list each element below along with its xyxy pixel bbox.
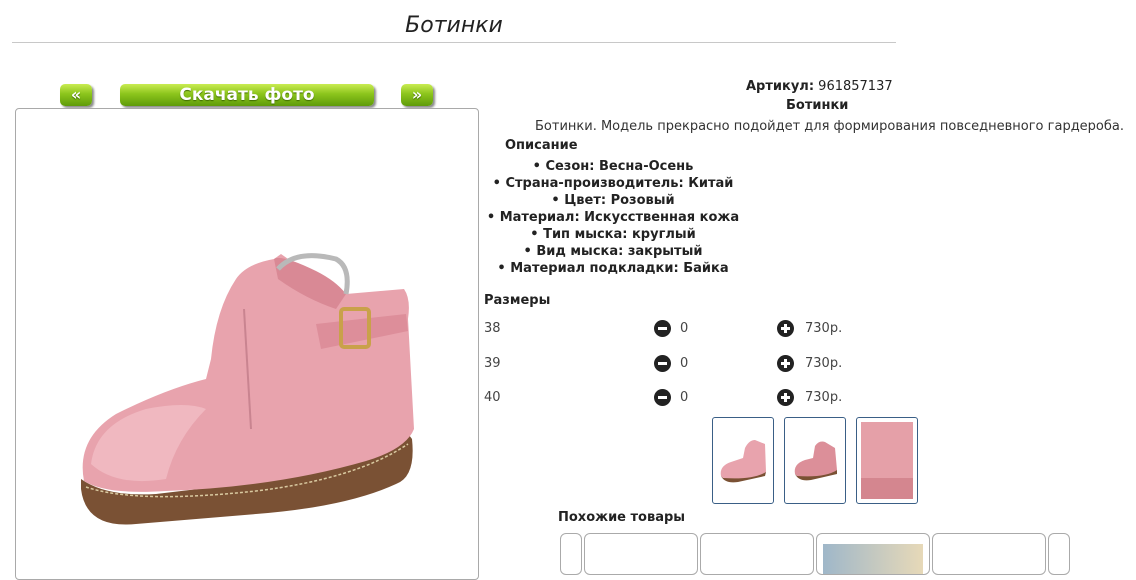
quantity-value: 0 <box>680 356 689 371</box>
quantity-value: 0 <box>680 390 689 405</box>
plus-circle-icon[interactable] <box>777 355 794 372</box>
article-value: 961857137 <box>818 79 893 94</box>
size-value: 39 <box>484 356 501 371</box>
description-heading: Описание <box>505 138 578 153</box>
minus-circle-icon[interactable] <box>654 389 671 406</box>
feature-item: Вид мыска: закрытый <box>480 243 746 260</box>
price-value: 730р. <box>805 356 843 371</box>
page-title: Ботинки <box>12 10 896 43</box>
boot-thumbnail-image <box>794 441 837 481</box>
thumbnail-angle-view[interactable] <box>784 417 846 504</box>
similar-product-card[interactable] <box>560 533 582 575</box>
similar-product-card[interactable] <box>816 533 930 575</box>
feature-item: Материал: Искусственная кожа <box>480 209 746 226</box>
sizes-heading: Размеры <box>484 293 551 308</box>
article-label: Артикул: <box>746 79 815 94</box>
price-value: 730р. <box>805 390 843 405</box>
download-photo-button[interactable]: Скачать фото <box>120 84 374 106</box>
feature-item: Цвет: Розовый <box>480 192 746 209</box>
price-value: 730р. <box>805 321 843 336</box>
main-product-photo[interactable] <box>15 108 479 580</box>
feature-item: Тип мыска: круглый <box>480 226 746 243</box>
quantity-value: 0 <box>680 321 689 336</box>
boot-image <box>81 253 415 525</box>
size-value: 38 <box>484 321 501 336</box>
article-number: Артикул: 961857137 <box>746 79 893 94</box>
size-value: 40 <box>484 390 501 405</box>
boot-thumbnail-image <box>720 440 766 483</box>
next-photo-button[interactable]: » <box>401 84 433 106</box>
feature-item: Страна-производитель: Китай <box>480 175 746 192</box>
similar-product-card[interactable] <box>932 533 1046 575</box>
feature-item: Материал подкладки: Байка <box>480 260 746 277</box>
similar-product-image <box>823 544 923 574</box>
minus-circle-icon[interactable] <box>654 320 671 337</box>
boot-thumbnail-image <box>861 422 913 499</box>
feature-item: Сезон: Весна-Осень <box>480 158 746 175</box>
similar-product-card[interactable] <box>1048 533 1070 575</box>
product-name: Ботинки <box>786 98 849 113</box>
plus-circle-icon[interactable] <box>777 389 794 406</box>
size-row: 39 0 730р. <box>484 354 884 374</box>
size-row: 38 0 730р. <box>484 319 884 339</box>
minus-circle-icon[interactable] <box>654 355 671 372</box>
prev-photo-button[interactable]: « <box>60 84 92 106</box>
product-description: Ботинки. Модель прекрасно подойдет для ф… <box>535 119 1124 134</box>
similar-product-card[interactable] <box>584 533 698 575</box>
plus-circle-icon[interactable] <box>777 320 794 337</box>
size-row: 40 0 730р. <box>484 388 884 408</box>
similar-products-heading: Похожие товары <box>558 510 686 525</box>
similar-product-card[interactable] <box>700 533 814 575</box>
thumbnail-closeup[interactable] <box>856 417 918 504</box>
thumbnail-side-view[interactable] <box>712 417 774 504</box>
feature-list: Сезон: Весна-Осень Страна-производитель:… <box>480 158 746 277</box>
